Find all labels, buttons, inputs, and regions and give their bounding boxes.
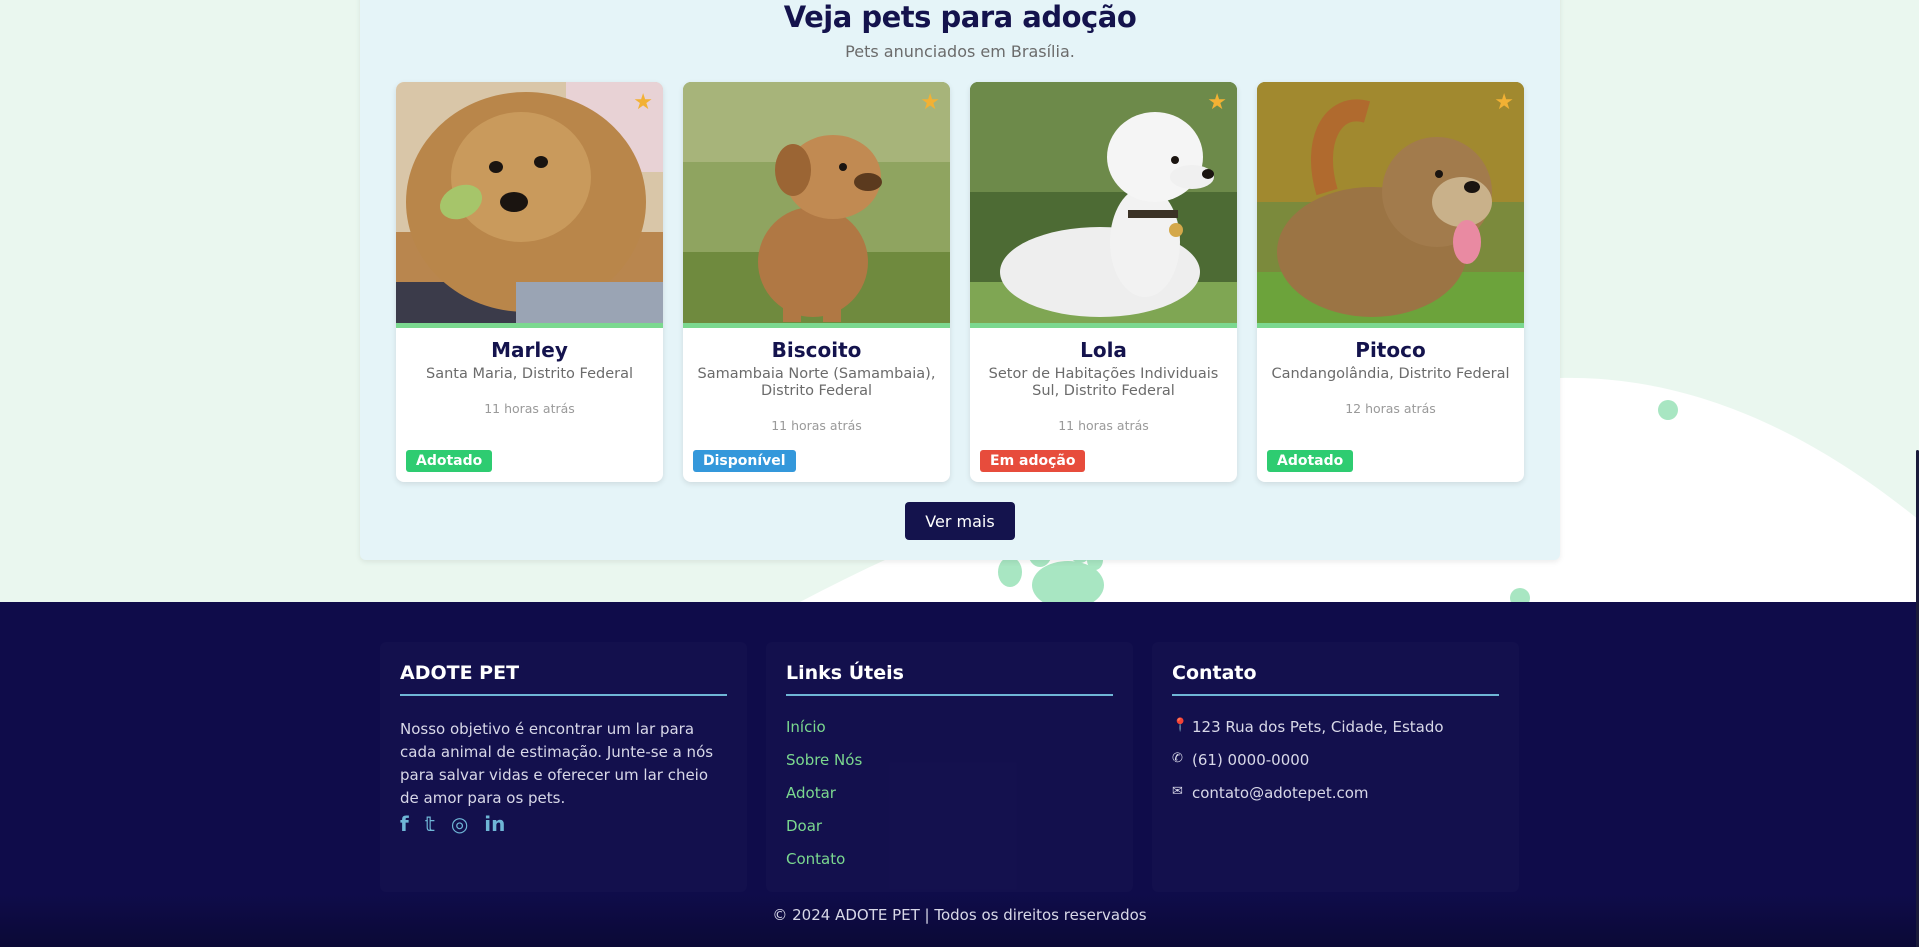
copyright-text: © 2024 ADOTE PET | Todos os direitos res… [772,906,1147,924]
pet-location: Samambaia Norte (Samambaia), Distrito Fe… [697,366,936,399]
favorite-star-icon[interactable]: ★ [920,92,940,114]
pet-card-biscoito[interactable]: ★ Biscoito Samambaia Norte (Samambaia), … [683,82,950,482]
section-subtitle: Pets anunciados em Brasília. [845,42,1075,61]
pet-photo: ★ [1257,82,1524,328]
contact-address-text: 123 Rua dos Pets, Cidade, Estado [1192,718,1444,736]
pet-location: Setor de Habitações Individuais Sul, Dis… [988,366,1219,399]
instagram-icon[interactable]: ◎ [451,812,468,836]
footer-about-heading: ADOTE PET [400,662,727,696]
status-badge: Disponível [693,450,796,472]
pet-card-pitoco[interactable]: ★ Pitoco Candangolândia, Distrito Federa… [1257,82,1524,482]
footer-links-list: Início Sobre Nós Adotar Doar Contato [786,718,1113,883]
pet-card-marley[interactable]: ★ Marley Santa Maria, Distrito Federal 1… [396,82,663,482]
pet-photo: ★ [970,82,1237,328]
status-badge: Em adoção [980,450,1086,472]
footer-about-column: ADOTE PET Nosso objetivo é encontrar um … [380,642,747,892]
pet-name: Lola [1080,338,1127,362]
facebook-icon[interactable]: f [400,812,409,836]
status-badge: Adotado [406,450,493,472]
footer-link-inicio[interactable]: Início [786,718,1113,751]
linkedin-icon[interactable]: in [484,812,505,836]
footer-about-text: Nosso objetivo é encontrar um lar para c… [400,720,714,807]
envelope-icon: ✉ [1172,784,1183,799]
footer-contact-column: Contato 📍 123 Rua dos Pets, Cidade, Esta… [1152,642,1519,892]
pet-location: Candangolândia, Distrito Federal [1271,366,1510,382]
section-title: Veja pets para adoção [783,0,1137,34]
contact-phone: ✆ (61) 0000-0000 [1172,751,1499,784]
footer-links-column: Links Úteis Início Sobre Nós Adotar Doar… [766,642,1133,892]
footer-link-adotar[interactable]: Adotar [786,784,1113,817]
favorite-star-icon[interactable]: ★ [633,92,653,114]
contact-phone-text: (61) 0000-0000 [1192,751,1310,769]
pet-posted-time: 11 horas atrás [771,418,862,433]
twitter-icon[interactable]: 𝕥 [425,812,435,836]
map-marker-icon: 📍 [1172,718,1189,733]
pet-card-lola[interactable]: ★ Lola Setor de Habitações Individuais S… [970,82,1237,482]
pet-posted-time: 11 horas atrás [484,401,575,416]
favorite-star-icon[interactable]: ★ [1207,92,1227,114]
footer-link-doar[interactable]: Doar [786,817,1113,850]
status-badge: Adotado [1267,450,1354,472]
footer-link-sobre-nos[interactable]: Sobre Nós [786,751,1113,784]
phone-icon: ✆ [1172,751,1183,766]
pet-name: Biscoito [771,338,862,362]
favorite-star-icon[interactable]: ★ [1494,92,1514,114]
pet-photo: ★ [396,82,663,328]
footer-link-contato[interactable]: Contato [786,850,1113,883]
pet-photo: ★ [683,82,950,328]
pet-location: Santa Maria, Distrito Federal [425,366,633,382]
see-more-button[interactable]: Ver mais [905,502,1015,540]
social-links: f 𝕥 ◎ in [400,812,727,836]
contact-email-text[interactable]: contato@adotepet.com [1192,784,1369,802]
pet-name: Pitoco [1355,338,1426,362]
contact-list: 📍 123 Rua dos Pets, Cidade, Estado ✆ (61… [1172,718,1499,817]
footer-links-heading: Links Úteis [786,662,1113,696]
pet-posted-time: 12 horas atrás [1345,401,1436,416]
pet-posted-time: 11 horas atrás [1058,418,1149,433]
pet-name: Marley [491,338,568,362]
contact-email: ✉ contato@adotepet.com [1172,784,1499,817]
site-footer: ADOTE PET Nosso objetivo é encontrar um … [0,602,1919,947]
contact-address: 📍 123 Rua dos Pets, Cidade, Estado [1172,718,1499,751]
footer-contact-heading: Contato [1172,662,1499,696]
